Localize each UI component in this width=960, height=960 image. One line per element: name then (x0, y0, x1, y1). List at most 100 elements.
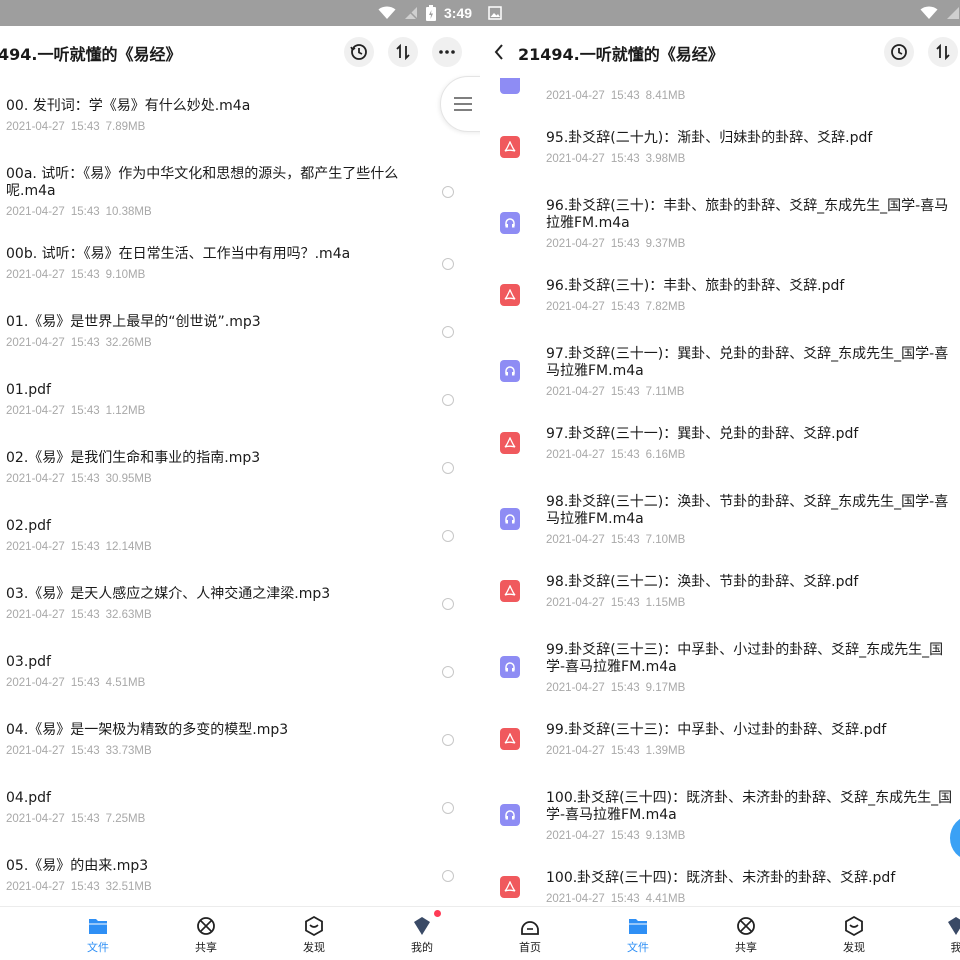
select-radio[interactable] (442, 258, 454, 270)
audio-file-icon (500, 656, 520, 678)
file-row[interactable]: 99.卦爻辞(三十三)：中孚卦、小过卦的卦辞、爻辞.pdf 2021-04-27… (480, 714, 960, 782)
tab-label: 文件 (87, 941, 109, 954)
tab-share[interactable]: 共享 (716, 915, 776, 955)
notification-dot (434, 910, 441, 917)
file-row[interactable]: 96.卦爻辞(三十)：丰卦、旅卦的卦辞、爻辞.pdf 2021-04-27 15:… (480, 270, 960, 338)
file-row[interactable]: 97.卦爻辞(三十一)：巽卦、兑卦的卦辞、爻辞_东成先生_国学-喜马拉雅FM.m… (480, 338, 960, 406)
select-radio[interactable] (442, 598, 454, 610)
back-icon[interactable] (494, 44, 504, 60)
tab-label: 文件 (627, 941, 649, 954)
home-icon (521, 921, 539, 935)
file-row[interactable]: 03.pdf 2021-04-27 15:43 4.51MB (0, 646, 480, 714)
more-button[interactable] (432, 37, 462, 67)
file-row[interactable]: 03.《易》是天人感应之媒介、人神交通之津梁.mp3 2021-04-27 15:… (0, 578, 480, 646)
select-radio[interactable] (442, 530, 454, 542)
file-row[interactable]: 97.卦爻辞(三十一)：巽卦、兑卦的卦辞、爻辞.pdf 2021-04-27 15… (480, 418, 960, 486)
file-name: 01.pdf (6, 382, 51, 398)
profile-icon (414, 917, 430, 935)
audio-file-icon (500, 78, 520, 94)
discover-icon (845, 915, 863, 937)
tab-label: 我 (950, 941, 960, 954)
file-row[interactable]: 99.卦爻辞(三十三)：中孚卦、小过卦的卦辞、爻辞_东成先生_国学-喜马拉雅FM… (480, 634, 960, 702)
select-radio[interactable] (442, 802, 454, 814)
file-row[interactable]: 00a. 试听：《易》作为中华文化和思想的源头，都产生了些什么呢.m4a 202… (0, 158, 480, 226)
tab-profile[interactable]: 我 (926, 915, 960, 955)
file-row[interactable]: 02.pdf 2021-04-27 15:43 12.14MB (0, 510, 480, 578)
tab-label: 发现 (303, 941, 325, 954)
file-row[interactable]: 98.卦爻辞(三十二)：涣卦、节卦的卦辞、爻辞.pdf 2021-04-27 15… (480, 566, 960, 634)
file-row[interactable]: 96.卦爻辞(三十)：丰卦、旅卦的卦辞、爻辞_东成先生_国学-喜马拉雅FM.m4… (480, 190, 960, 258)
file-name: 00a. 试听：《易》作为中华文化和思想的源头，都产生了些什么呢.m4a (6, 166, 399, 199)
select-radio[interactable] (442, 326, 454, 338)
file-meta: 2021-04-27 15:43 32.26MB (6, 337, 152, 349)
pdf-file-icon (500, 432, 520, 454)
pdf-file-icon (500, 876, 520, 898)
file-name: 99.卦爻辞(三十三)：中孚卦、小过卦的卦辞、爻辞.pdf (546, 722, 887, 738)
file-meta: 2021-04-27 15:43 7.25MB (6, 813, 146, 825)
discover-icon (305, 915, 323, 937)
select-radio[interactable] (442, 186, 454, 198)
history-button[interactable] (884, 37, 914, 67)
file-meta: 2021-04-27 15:43 9.37MB (546, 238, 686, 250)
select-radio[interactable] (442, 666, 454, 678)
file-meta: 2021-04-27 15:43 1.12MB (6, 405, 146, 417)
audio-file-icon (500, 804, 520, 826)
file-name: 96.卦爻辞(三十)：丰卦、旅卦的卦辞、爻辞.pdf (546, 278, 845, 294)
file-name: 97.卦爻辞(三十一)：巽卦、兑卦的卦辞、爻辞_东成先生_国学-喜马拉雅FM.m… (546, 346, 949, 379)
pdf-file-icon (500, 284, 520, 306)
tab-discover[interactable]: 发现 (284, 915, 344, 955)
tab-files[interactable]: 文件 (608, 915, 668, 955)
tab-share[interactable]: 共享 (176, 915, 236, 955)
file-name: 02.pdf (6, 518, 51, 534)
select-radio[interactable] (442, 462, 454, 474)
battery-icon (426, 5, 436, 21)
no-signal-icon (404, 6, 418, 20)
sort-button[interactable] (388, 37, 418, 67)
file-name: 100.卦爻辞(三十四)：既济卦、未济卦的卦辞、爻辞_东成先生_国学-喜马拉雅F… (546, 790, 953, 823)
sort-icon (936, 44, 950, 60)
file-meta: 2021-04-27 15:43 8.41MB (546, 90, 686, 102)
tab-profile[interactable]: 我的 (392, 915, 452, 955)
history-button[interactable] (344, 37, 374, 67)
bottom-tab-bar: 首页 文件 共享 发现 我 (480, 906, 960, 960)
share-icon (197, 917, 215, 935)
folder-icon (89, 919, 107, 934)
left-screen: 3:49 494.一听就懂的《易经》 00. 发刊词：学《易》有什么妙处.m4a… (0, 0, 480, 960)
file-row[interactable]: 98.卦爻辞(三十二)：涣卦、节卦的卦辞、爻辞_东成先生_国学-喜马拉雅FM.m… (480, 486, 960, 554)
tab-home[interactable]: 首页 (500, 915, 560, 955)
file-meta: 2021-04-27 15:43 32.51MB (6, 881, 152, 893)
file-meta: 2021-04-27 15:43 7.10MB (546, 534, 686, 546)
file-meta: 2021-04-27 15:43 7.82MB (546, 301, 686, 313)
tab-files[interactable]: 文件 (68, 915, 128, 955)
file-row[interactable]: 04.《易》是一架极为精致的多变的模型.mp3 2021-04-27 15:43 3… (0, 714, 480, 782)
file-name: 03.《易》是天人感应之媒介、人神交通之津梁.mp3 (6, 586, 331, 602)
file-row[interactable]: 00. 发刊词：学《易》有什么妙处.m4a 2021-04-27 15:43 7.8… (0, 90, 480, 158)
right-screen: 21494.一听就懂的《易经》 2021-04-27 15:43 8.41MB 95… (480, 0, 960, 960)
file-row[interactable]: 01.pdf 2021-04-27 15:43 1.12MB (0, 374, 480, 442)
share-icon (737, 917, 755, 935)
file-row[interactable]: 01.《易》是世界上最早的“创世说”.mp3 2021-04-27 15:43 32… (0, 306, 480, 374)
tab-discover[interactable]: 发现 (824, 915, 884, 955)
folder-title: 21494.一听就懂的《易经》 (518, 45, 724, 64)
select-radio[interactable] (442, 394, 454, 406)
status-icons (920, 4, 960, 22)
file-meta: 2021-04-27 15:43 6.16MB (546, 449, 686, 461)
history-icon (350, 44, 367, 60)
file-row[interactable]: 02.《易》是我们生命和事业的指南.mp3 2021-04-27 15:43 30.… (0, 442, 480, 510)
sort-button[interactable] (928, 37, 958, 67)
file-name: 04.《易》是一架极为精致的多变的模型.mp3 (6, 722, 289, 738)
file-row[interactable]: 95.卦爻辞(二十九)：渐卦、归妹卦的卦辞、爻辞.pdf 2021-04-27 1… (480, 122, 960, 190)
status-bar: 3:49 (0, 0, 480, 26)
file-name: 95.卦爻辞(二十九)：渐卦、归妹卦的卦辞、爻辞.pdf (546, 130, 873, 146)
file-meta: 2021-04-27 15:43 33.73MB (6, 745, 152, 757)
file-meta: 2021-04-27 15:43 4.41MB (546, 893, 686, 905)
select-radio[interactable] (442, 870, 454, 882)
file-row[interactable]: 100.卦爻辞(三十四)：既济卦、未济卦的卦辞、爻辞_东成先生_国学-喜马拉雅F… (480, 782, 960, 850)
select-radio[interactable] (442, 734, 454, 746)
file-row[interactable]: 2021-04-27 15:43 8.41MB (480, 78, 960, 108)
audio-file-icon (500, 360, 520, 382)
file-row[interactable]: 04.pdf 2021-04-27 15:43 7.25MB (0, 782, 480, 850)
tab-partial-icon (0, 937, 2, 949)
file-row[interactable]: 00b. 试听：《易》在日常生活、工作当中有用吗？.m4a 2021-04-27… (0, 238, 480, 306)
status-bar (480, 0, 960, 26)
